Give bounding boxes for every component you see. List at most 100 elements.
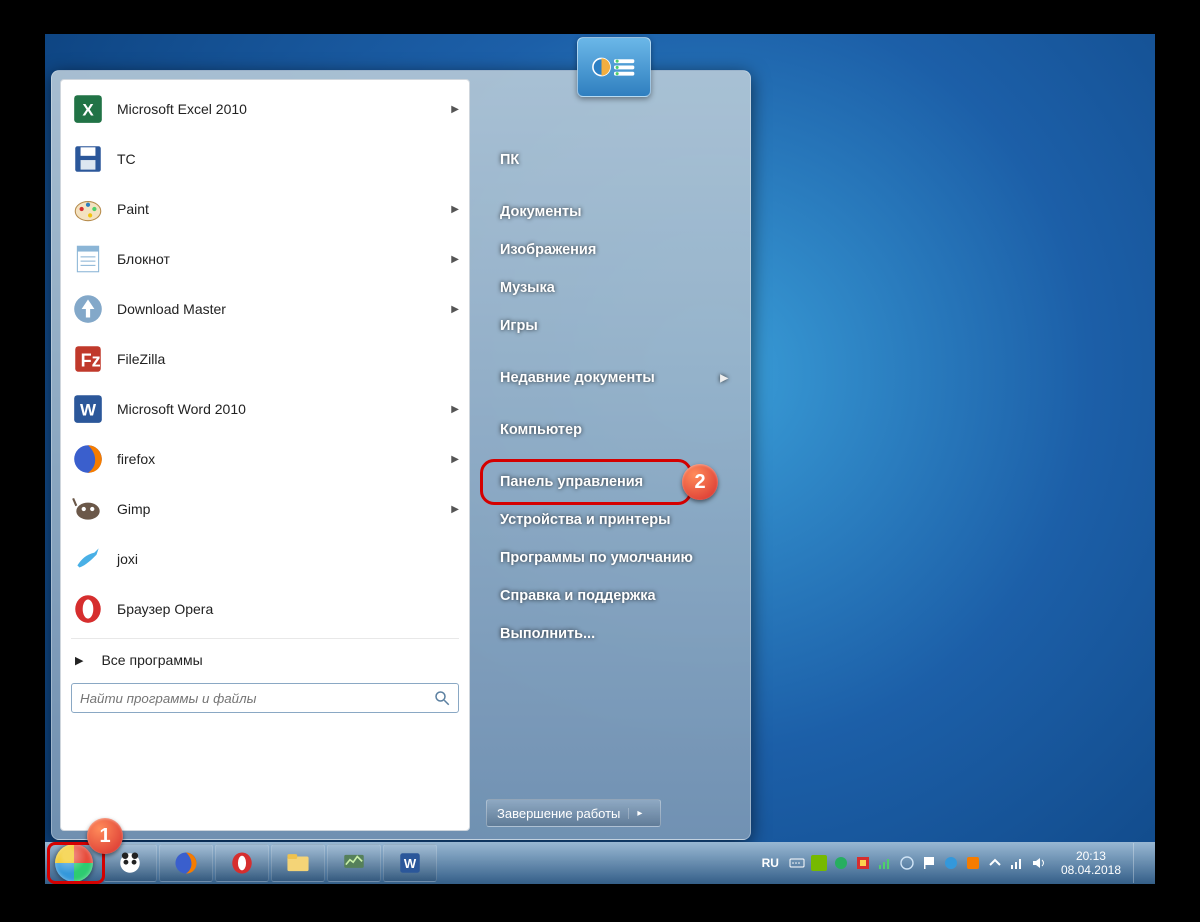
tray-globe-icon[interactable] xyxy=(899,855,915,871)
paint-icon xyxy=(71,192,105,226)
language-indicator[interactable]: RU xyxy=(758,854,783,872)
right-pane-item[interactable]: Выполнить... xyxy=(486,615,742,653)
desktop: XMicrosoft Excel 2010▶TCPaint▶Блокнот▶Do… xyxy=(45,34,1155,884)
dm-icon xyxy=(71,292,105,326)
program-label: TC xyxy=(117,151,459,167)
right-item-label: Программы по умолчанию xyxy=(500,550,693,566)
right-pane-item[interactable]: Игры xyxy=(486,307,742,345)
opera-icon xyxy=(71,592,105,626)
program-item[interactable]: firefox▶ xyxy=(61,434,469,484)
chevron-right-icon: ▶ xyxy=(451,104,459,115)
tray-alert-icon[interactable] xyxy=(855,855,871,871)
program-item[interactable]: Download Master▶ xyxy=(61,284,469,334)
program-label: Браузер Opera xyxy=(117,601,459,617)
right-pane-item[interactable]: ПК xyxy=(486,141,742,179)
keyboard-icon[interactable] xyxy=(789,855,805,871)
tray-orange-icon[interactable] xyxy=(965,855,981,871)
annotation-badge-2: 2 xyxy=(682,464,718,500)
taskbar-app-firefox[interactable] xyxy=(159,844,213,882)
excel-icon: X xyxy=(71,92,105,126)
shutdown-button[interactable]: Завершение работы ▸ xyxy=(486,799,661,827)
volume-icon[interactable] xyxy=(1031,855,1047,871)
right-pane-item[interactable]: Документы xyxy=(486,193,742,231)
right-pane-item[interactable]: Компьютер xyxy=(486,411,742,449)
nvidia-icon[interactable] xyxy=(811,855,827,871)
separator-gap xyxy=(486,345,742,359)
chevron-right-icon: ▶ xyxy=(720,373,728,384)
all-programs[interactable]: ▶ Все программы xyxy=(61,643,469,677)
program-label: Блокнот xyxy=(117,251,451,267)
tray-blue-icon[interactable] xyxy=(943,855,959,871)
triangle-right-icon: ▶ xyxy=(75,654,83,667)
search-input[interactable] xyxy=(71,683,459,713)
right-item-label: Документы xyxy=(500,204,582,220)
right-item-label: Компьютер xyxy=(500,422,582,438)
program-label: Download Master xyxy=(117,301,451,317)
system-tray: RU 20:13 08.04.2018 xyxy=(758,843,1153,883)
annotation-badge-1: 1 xyxy=(87,818,123,854)
word-icon: W xyxy=(71,392,105,426)
program-item[interactable]: W Microsoft Word 2010▶ xyxy=(61,384,469,434)
separator-gap xyxy=(486,397,742,411)
right-pane-item[interactable]: Устройства и принтеры xyxy=(486,501,742,539)
chevron-right-icon: ▶ xyxy=(451,254,459,265)
right-item-label: Справка и поддержка xyxy=(500,588,656,604)
clock-time: 20:13 xyxy=(1061,849,1121,863)
start-menu-programs-pane: XMicrosoft Excel 2010▶TCPaint▶Блокнот▶Do… xyxy=(60,79,470,831)
right-pane-item[interactable]: Справка и поддержка xyxy=(486,577,742,615)
program-item[interactable]: Блокнот▶ xyxy=(61,234,469,284)
taskbar: W RU 20:13 08.04.2018 xyxy=(45,842,1155,884)
right-pane-item[interactable]: Музыка xyxy=(486,269,742,307)
chevron-right-icon[interactable]: ▸ xyxy=(628,808,650,819)
program-item[interactable]: Paint▶ xyxy=(61,184,469,234)
right-pane-item[interactable]: Программы по умолчанию xyxy=(486,539,742,577)
flag-icon[interactable] xyxy=(921,855,937,871)
program-label: Microsoft Word 2010 xyxy=(117,401,451,417)
right-pane-item[interactable]: Изображения xyxy=(486,231,742,269)
right-pane-item[interactable]: Недавние документы ▶ xyxy=(486,359,742,397)
save-icon xyxy=(71,142,105,176)
right-item-label: ПК xyxy=(500,152,519,168)
right-item-label: Игры xyxy=(500,318,538,334)
program-item[interactable]: Gimp▶ xyxy=(61,484,469,534)
taskbar-app-explorer[interactable] xyxy=(271,844,325,882)
start-menu-right-pane: ПК Документы Изображения Музыка Игры Недавние… xyxy=(478,71,750,839)
shutdown-label: Завершение работы xyxy=(497,806,620,821)
gimp-icon xyxy=(71,492,105,526)
svg-text:W: W xyxy=(80,400,97,419)
chevron-right-icon: ▶ xyxy=(451,454,459,465)
network-signal-icon[interactable] xyxy=(1009,855,1025,871)
chevron-right-icon: ▶ xyxy=(451,204,459,215)
filezilla-icon: Fz xyxy=(71,342,105,376)
all-programs-label: Все программы xyxy=(101,652,202,668)
separator-gap xyxy=(486,179,742,193)
program-item[interactable]: joxi xyxy=(61,534,469,584)
program-label: firefox xyxy=(117,451,451,467)
program-item[interactable]: Браузер Opera xyxy=(61,584,469,634)
program-item[interactable]: X Microsoft Excel 2010▶ xyxy=(61,84,469,134)
program-label: Gimp xyxy=(117,501,451,517)
taskbar-app-opera[interactable] xyxy=(215,844,269,882)
separator xyxy=(71,638,459,639)
clock-date: 08.04.2018 xyxy=(1061,863,1121,877)
user-picture[interactable] xyxy=(577,37,651,97)
taskbar-clock[interactable]: 20:13 08.04.2018 xyxy=(1061,849,1121,878)
network-signal-icon[interactable] xyxy=(877,855,893,871)
taskbar-app-word[interactable]: W xyxy=(383,844,437,882)
svg-text:X: X xyxy=(82,100,94,119)
right-item-label: Недавние документы xyxy=(500,370,655,386)
chevron-up-icon[interactable] xyxy=(987,855,1003,871)
tray-generic-icon[interactable] xyxy=(833,855,849,871)
program-label: Microsoft Excel 2010 xyxy=(117,101,451,117)
program-item[interactable]: FzFileZilla xyxy=(61,334,469,384)
program-item[interactable]: TC xyxy=(61,134,469,184)
program-label: Paint xyxy=(117,201,451,217)
show-desktop-button[interactable] xyxy=(1133,843,1145,883)
right-item-label: Выполнить... xyxy=(500,626,595,642)
right-item-label: Изображения xyxy=(500,242,596,258)
start-menu: XMicrosoft Excel 2010▶TCPaint▶Блокнот▶Do… xyxy=(51,70,751,840)
right-item-label: Музыка xyxy=(500,280,555,296)
taskbar-app-monitor[interactable] xyxy=(327,844,381,882)
chevron-right-icon: ▶ xyxy=(451,404,459,415)
right-item-label: Устройства и принтеры xyxy=(500,512,671,528)
